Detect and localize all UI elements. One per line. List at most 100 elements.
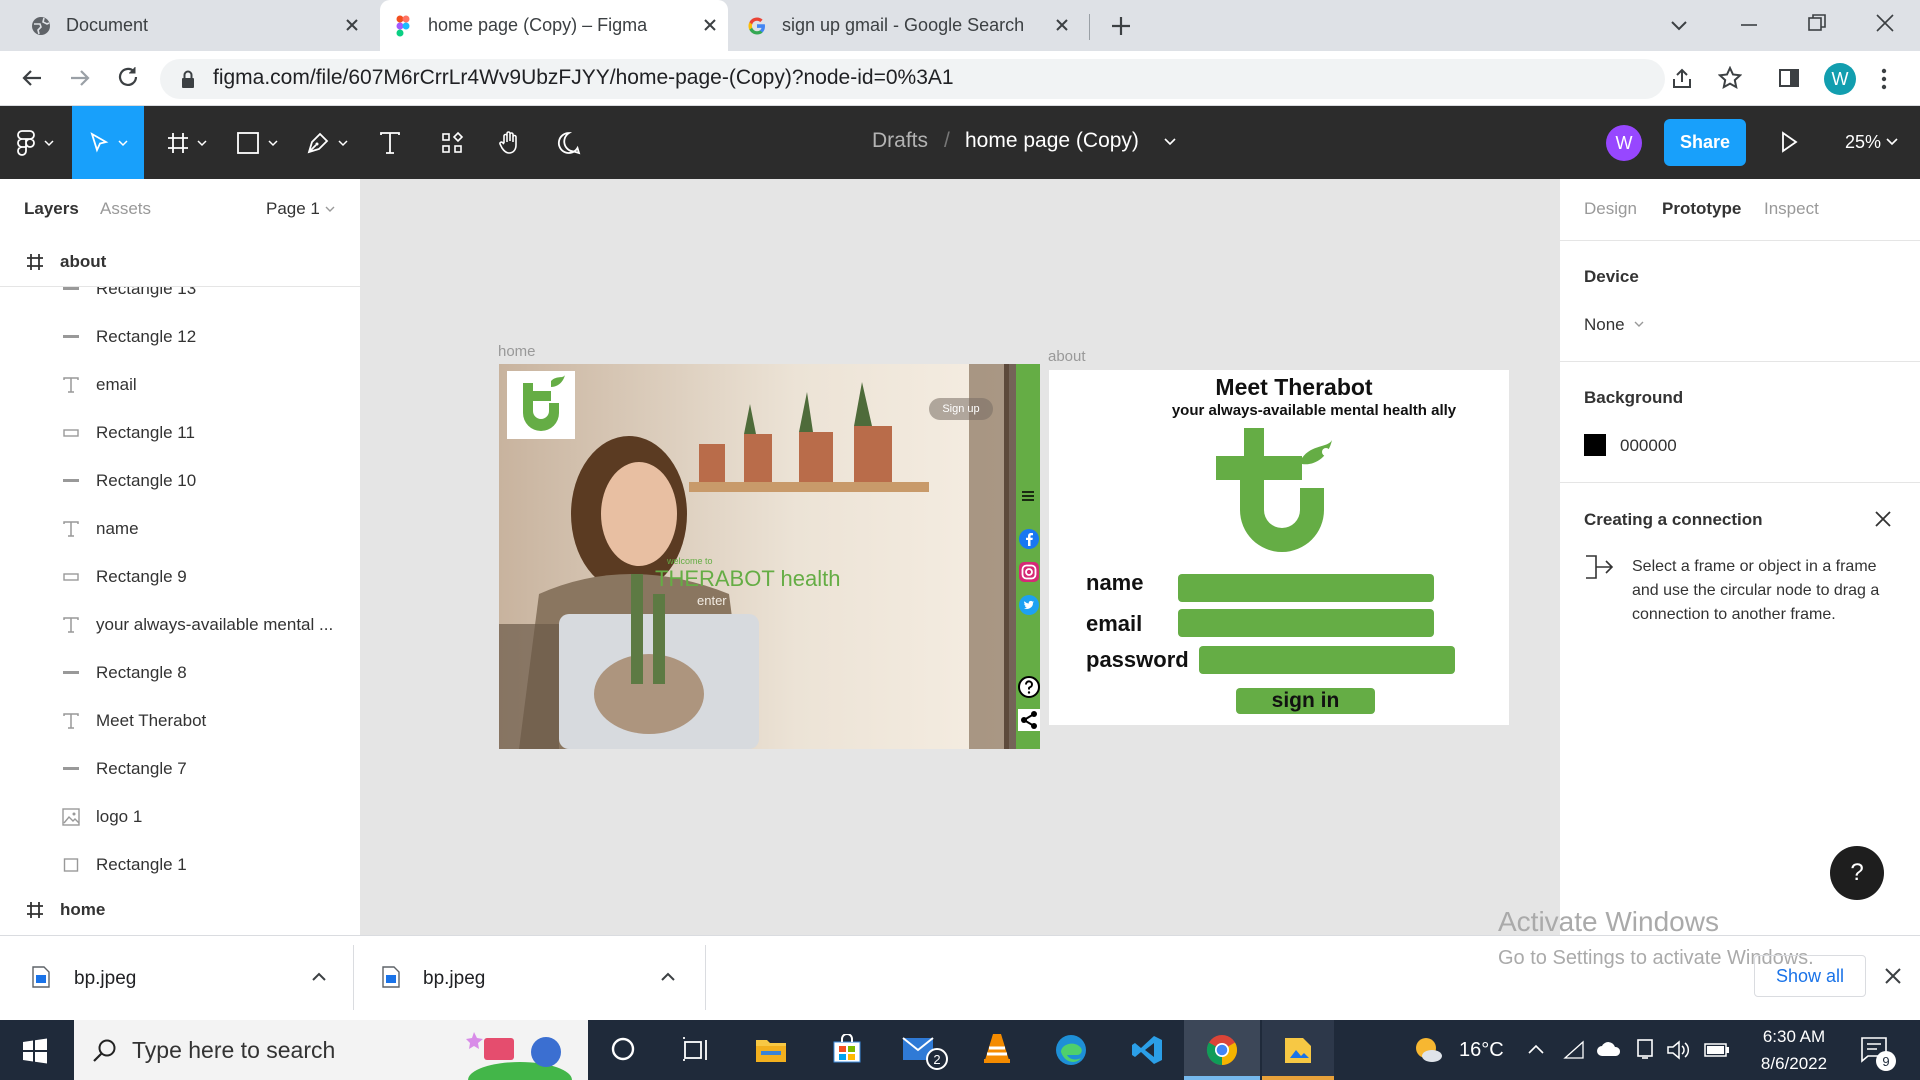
help-circle-icon[interactable] [1018, 676, 1040, 698]
side-panel-icon[interactable] [1778, 67, 1800, 89]
task-view-icon[interactable] [682, 1036, 710, 1062]
layer-item[interactable]: Rectangle 11 [0, 409, 361, 457]
layer-item[interactable]: logo 1 [0, 793, 361, 841]
chevron-down-icon[interactable] [1886, 138, 1898, 146]
chevron-up-icon[interactable] [312, 972, 326, 981]
enter-button[interactable]: enter [697, 593, 727, 608]
background-hex[interactable]: 000000 [1620, 436, 1677, 456]
menu-icon[interactable] [1019, 490, 1037, 502]
network-icon[interactable] [1563, 1040, 1585, 1060]
shape-tool-button[interactable] [228, 106, 286, 179]
frame-tool-button[interactable] [158, 106, 216, 179]
restore-icon[interactable] [1806, 12, 1828, 34]
battery-icon[interactable] [1704, 1042, 1730, 1058]
tab-design[interactable]: Design [1584, 199, 1637, 219]
layer-item[interactable]: Rectangle 12 [0, 313, 361, 361]
frame-label-home[interactable]: home [498, 343, 536, 360]
tab-search-icon[interactable] [1668, 14, 1690, 36]
layer-item[interactable]: email [0, 361, 361, 409]
comment-tool-button[interactable] [549, 106, 589, 179]
chevron-down-icon[interactable] [1164, 138, 1176, 146]
layer-item[interactable]: Rectangle 10 [0, 457, 361, 505]
tab-assets[interactable]: Assets [100, 199, 151, 219]
layer-item[interactable]: Meet Therabot [0, 697, 361, 745]
share-icon[interactable] [1018, 709, 1040, 731]
move-tool-button[interactable] [72, 106, 144, 179]
background-swatch[interactable] [1584, 434, 1606, 456]
forward-icon[interactable] [68, 66, 92, 90]
signin-button[interactable]: sign in [1236, 688, 1375, 714]
back-icon[interactable] [20, 66, 44, 90]
vscode-icon[interactable] [1131, 1034, 1163, 1066]
new-tab-icon[interactable] [1108, 13, 1134, 39]
taskbar-search-box[interactable]: Type here to search [74, 1020, 588, 1080]
microsoft-store-icon[interactable] [832, 1034, 862, 1064]
layer-frame-about[interactable]: about [0, 237, 361, 287]
present-play-icon[interactable] [1780, 131, 1798, 153]
url-text[interactable]: figma.com/file/607M6rCrrLr4Wv9UbzFJYY/ho… [213, 66, 954, 90]
bookmark-star-icon[interactable] [1718, 66, 1742, 90]
lock-icon[interactable] [180, 69, 196, 89]
meet-now-icon[interactable] [1635, 1038, 1655, 1060]
hand-tool-button[interactable] [490, 106, 530, 179]
facebook-icon[interactable] [1018, 528, 1040, 550]
layer-item[interactable]: Rectangle 13 [0, 287, 361, 313]
home-frame[interactable]: Sign up welcome to THERABOT health enter [499, 364, 1040, 749]
tab-layers[interactable]: Layers [24, 199, 79, 219]
download-item[interactable]: bp.jpeg [356, 945, 706, 1010]
chrome-taskbar-button[interactable] [1184, 1020, 1260, 1080]
layer-item[interactable]: Rectangle 8 [0, 649, 361, 697]
tab-document[interactable]: Document [30, 0, 370, 51]
pen-tool-button[interactable] [298, 106, 356, 179]
volume-icon[interactable] [1666, 1039, 1690, 1061]
tab-figma[interactable]: home page (Copy) – Figma [380, 0, 728, 51]
close-icon[interactable] [1874, 510, 1892, 528]
share-button[interactable]: Share [1664, 119, 1746, 166]
signup-button[interactable]: Sign up [929, 398, 993, 420]
weather-icon[interactable] [1412, 1036, 1444, 1064]
edge-icon[interactable] [1055, 1034, 1087, 1066]
download-item[interactable]: bp.jpeg [0, 945, 354, 1010]
main-menu-button[interactable] [0, 106, 70, 179]
email-input[interactable] [1178, 609, 1434, 637]
vlc-icon[interactable] [983, 1032, 1011, 1064]
layer-item[interactable]: your always-available mental ... [0, 601, 361, 649]
chevron-up-icon[interactable] [661, 972, 675, 981]
close-tab-icon[interactable] [700, 15, 720, 35]
window-close-icon[interactable] [1874, 12, 1896, 34]
file-name[interactable]: home page (Copy) [965, 129, 1139, 153]
breadcrumb-drafts[interactable]: Drafts [872, 129, 928, 153]
frame-label-about[interactable]: about [1048, 348, 1086, 365]
device-dropdown[interactable]: None [1584, 315, 1625, 335]
text-tool-button[interactable] [370, 106, 410, 179]
layer-item[interactable]: name [0, 505, 361, 553]
show-all-button[interactable]: Show all [1754, 955, 1866, 997]
share-page-icon[interactable] [1670, 67, 1694, 91]
reload-icon[interactable] [116, 65, 140, 89]
chevron-up-icon[interactable] [1528, 1044, 1544, 1054]
tab-prototype[interactable]: Prototype [1662, 199, 1741, 219]
layer-frame-home[interactable]: home [0, 886, 361, 934]
tab-inspect[interactable]: Inspect [1764, 199, 1819, 219]
onedrive-cloud-icon[interactable] [1596, 1040, 1622, 1058]
browser-menu-icon[interactable] [1880, 67, 1888, 91]
clock-date[interactable]: 8/6/2022 [1746, 1054, 1842, 1074]
name-input[interactable] [1178, 574, 1434, 602]
chevron-down-icon[interactable] [1634, 321, 1644, 328]
layer-item[interactable]: Rectangle 9 [0, 553, 361, 601]
clock-time[interactable]: 6:30 AM [1754, 1027, 1834, 1047]
page-selector[interactable]: Page 1 [266, 199, 320, 219]
close-downloads-icon[interactable] [1884, 967, 1902, 985]
close-tab-icon[interactable] [342, 15, 362, 35]
layer-item[interactable]: Rectangle 1 [0, 841, 361, 887]
weather-temp[interactable]: 16°C [1459, 1039, 1504, 1062]
password-input[interactable] [1199, 646, 1455, 674]
about-frame[interactable]: Meet Therabot your always-available ment… [1049, 370, 1509, 725]
file-explorer-icon[interactable] [755, 1034, 787, 1064]
profile-avatar[interactable]: W [1824, 63, 1856, 95]
windows-start-icon[interactable] [22, 1038, 48, 1064]
user-avatar[interactable]: W [1606, 125, 1642, 161]
help-button[interactable]: ? [1830, 846, 1884, 900]
minimize-icon[interactable] [1738, 14, 1760, 36]
layer-item[interactable]: Rectangle 7 [0, 745, 361, 793]
